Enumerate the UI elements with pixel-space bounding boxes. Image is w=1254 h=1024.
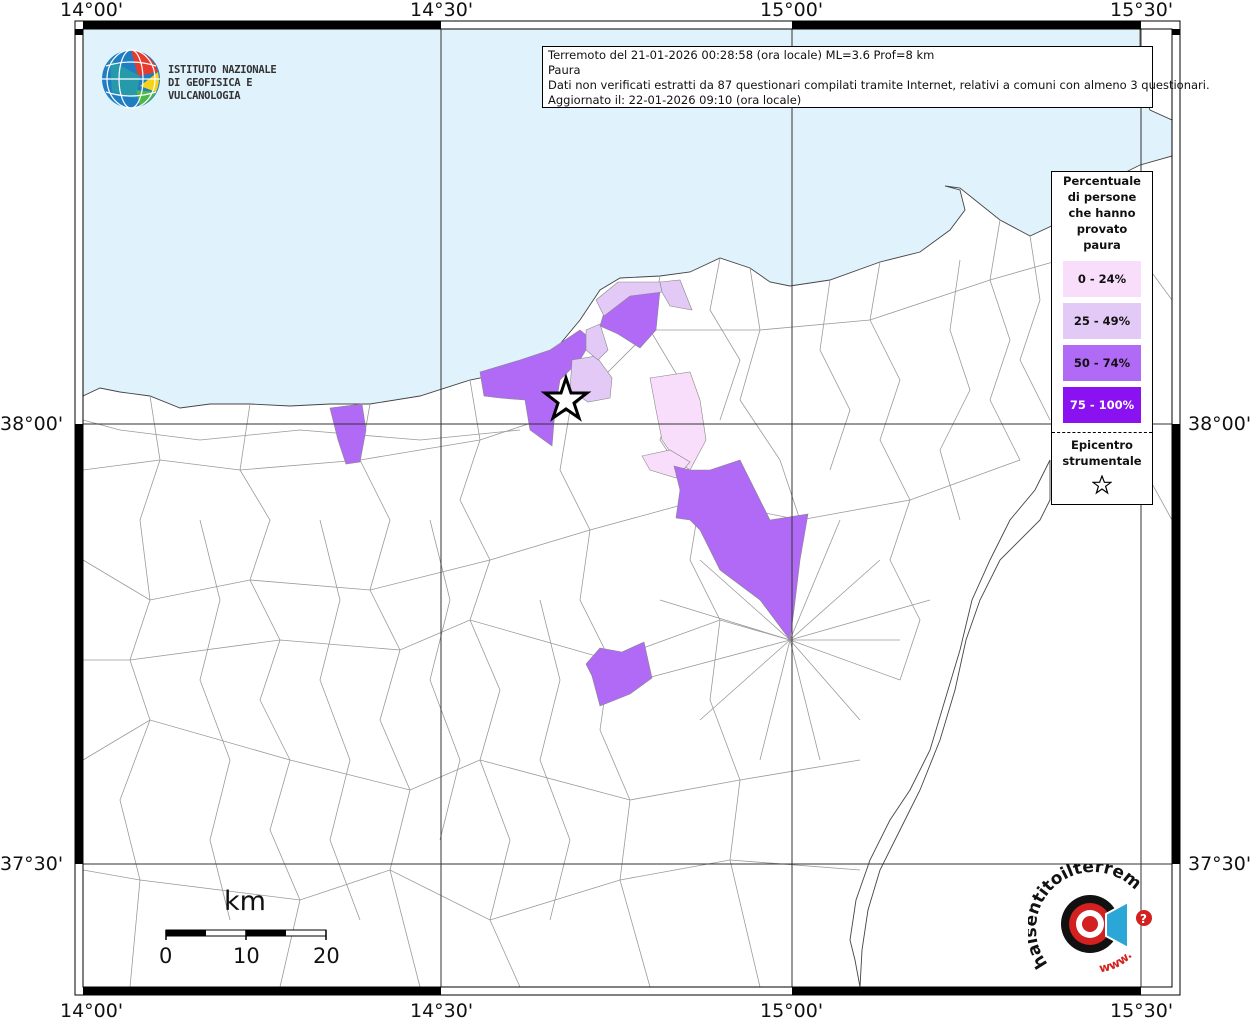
legend-divider <box>1052 432 1152 433</box>
epicenter-legend-star-icon <box>1052 474 1152 499</box>
scale-tick-10: 10 <box>233 944 260 968</box>
haisentito-logo: haisentitoilterremoto.it www. ? <box>1021 849 1158 982</box>
legend-title-line: Percentuale <box>1063 174 1141 188</box>
lon-label-bottom-4: 15°30' <box>1110 1000 1174 1022</box>
data-disclaimer: Dati non verificati estratti da 87 quest… <box>548 78 1210 92</box>
update-time: Aggiornato il: 22-01-2026 09:10 (ora loc… <box>548 93 802 107</box>
legend: Percentuale di persone che hanno provato… <box>1051 171 1153 505</box>
legend-title: Percentuale di persone che hanno provato… <box>1052 172 1152 253</box>
lon-label-bottom-1: 14°00' <box>60 1000 124 1022</box>
epicenter-title-line: strumentale <box>1062 454 1142 468</box>
legend-title-line: paura <box>1083 238 1121 252</box>
epicenter-title-line: Epicentro <box>1071 438 1133 452</box>
legend-swatch-0-24: 0 - 24% <box>1063 261 1141 297</box>
globe-icon <box>102 49 160 109</box>
ingv-line2: DI GEOFISICA E VULCANOLOGIA <box>168 77 253 102</box>
haisentito-www: www. <box>1098 948 1135 975</box>
epicenter-legend-title: Epicentro strumentale <box>1052 437 1152 469</box>
lon-label-top-4: 15°30' <box>1110 0 1174 21</box>
legend-swatch-25-49: 25 - 49% <box>1063 303 1141 339</box>
legend-swatch-75-100: 75 - 100% <box>1063 387 1141 423</box>
svg-text:?: ? <box>1140 912 1147 926</box>
lon-label-top-3: 15°00' <box>760 0 824 21</box>
haisentito-logo-icon: haisentitoilterremoto.it www. ? <box>1021 849 1152 975</box>
lat-label-left-1: 38°00' <box>0 413 64 435</box>
ingv-line1: ISTITUTO NAZIONALE <box>168 64 277 76</box>
lon-label-bottom-3: 15°00' <box>760 1000 824 1022</box>
ingv-logo: ISTITUTO NAZIONALE DI GEOFISICA E VULCAN… <box>100 46 320 112</box>
legend-swatch-50-74: 50 - 74% <box>1063 345 1141 381</box>
lat-label-left-2: 37°30' <box>0 853 64 875</box>
scale-unit: km <box>224 886 266 917</box>
lon-label-bottom-2: 14°30' <box>410 1000 474 1022</box>
event-title: Terremoto del 21-01-2026 00:28:58 (ora l… <box>548 48 935 62</box>
scale-tick-0: 0 <box>159 944 173 968</box>
legend-title-line: che hanno <box>1068 206 1136 220</box>
lon-label-top-1: 14°00' <box>60 0 124 21</box>
lon-label-top-2: 14°30' <box>410 0 474 21</box>
parameter-name: Paura <box>548 63 581 77</box>
scale-tick-20: 20 <box>313 944 340 968</box>
lat-label-right-1: 38°00' <box>1188 413 1252 435</box>
event-info-box: Terremoto del 21-01-2026 00:28:58 (ora l… <box>542 46 1210 108</box>
lat-label-right-2: 37°30' <box>1188 853 1252 875</box>
legend-title-line: provato <box>1076 222 1128 236</box>
legend-title-line: di persone <box>1067 190 1137 204</box>
svg-text:www.: www. <box>1098 948 1135 975</box>
